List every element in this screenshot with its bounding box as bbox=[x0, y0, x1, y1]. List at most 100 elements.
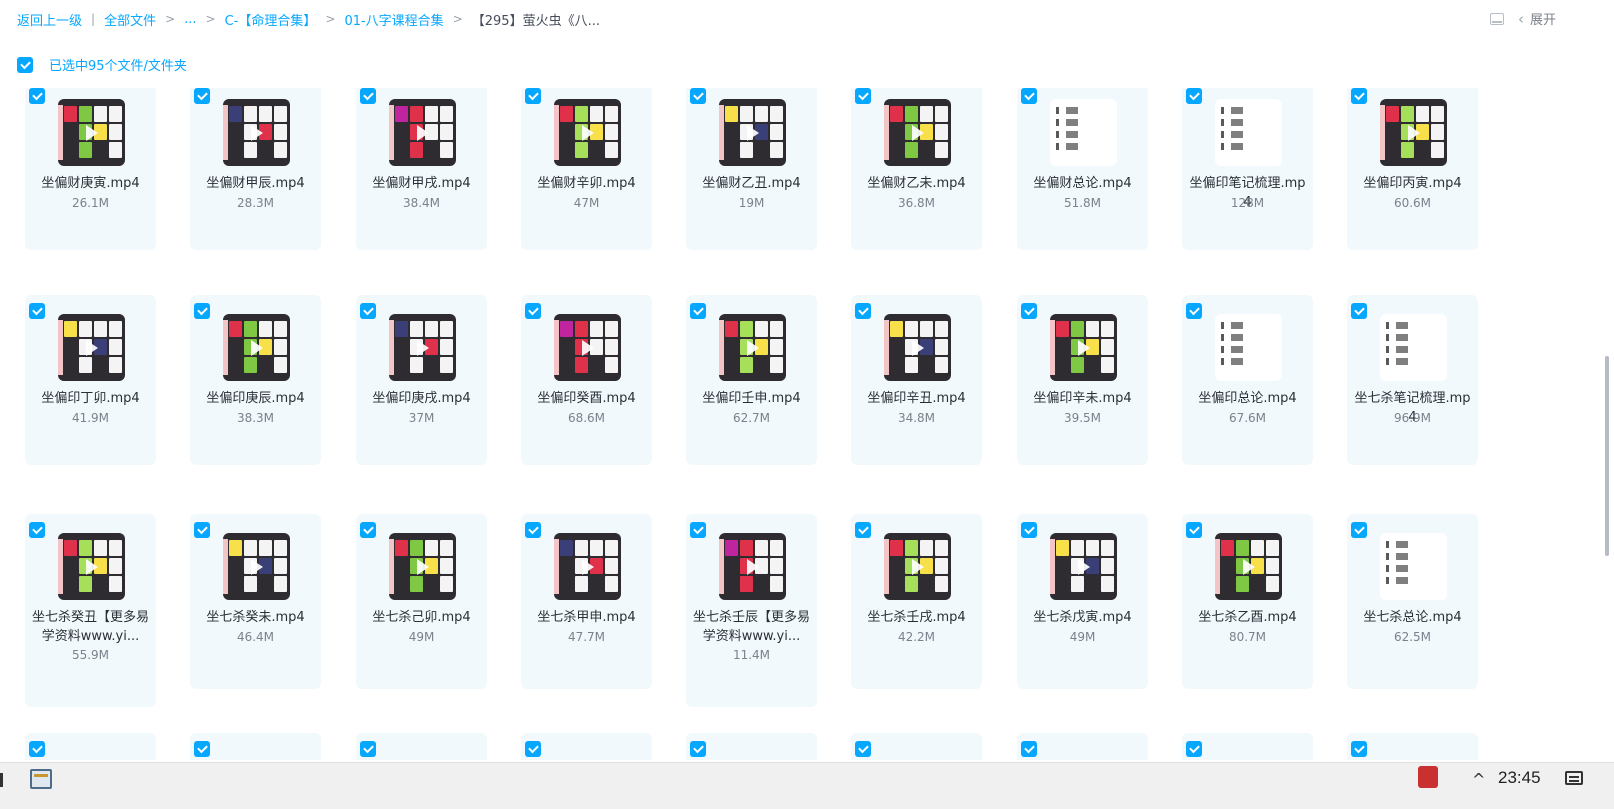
file-card[interactable]: 坐偏财庚寅.mp4 26.1M bbox=[25, 88, 156, 250]
back-link[interactable]: 返回上一级 bbox=[17, 10, 82, 29]
file-name[interactable]: 坐七杀乙酉.mp4 bbox=[1188, 608, 1307, 627]
file-checkbox[interactable] bbox=[29, 303, 45, 319]
file-card[interactable]: 坐七杀己卯.mp4 49M bbox=[356, 514, 487, 689]
file-checkbox[interactable] bbox=[360, 522, 376, 538]
file-name[interactable]: 坐偏财甲戌.mp4 bbox=[362, 174, 481, 193]
file-checkbox[interactable] bbox=[1351, 88, 1367, 104]
file-card[interactable]: 坐七杀戊寅.mp4 49M bbox=[1017, 514, 1148, 689]
file-checkbox[interactable] bbox=[360, 303, 376, 319]
file-checkbox[interactable] bbox=[29, 88, 45, 104]
file-name[interactable]: 坐七杀壬辰【更多易学资料www.yi... bbox=[692, 608, 811, 646]
file-name[interactable]: 坐偏印庚辰.mp4 bbox=[196, 389, 315, 408]
file-card[interactable]: 坐七杀癸未.mp4 46.4M bbox=[190, 514, 321, 689]
file-card[interactable]: 坐偏印庚戌.mp4 37M bbox=[356, 295, 487, 465]
file-card[interactable]: 坐偏财甲戌.mp4 38.4M bbox=[356, 88, 487, 250]
file-checkbox[interactable] bbox=[855, 303, 871, 319]
file-card[interactable] bbox=[190, 733, 321, 760]
file-name[interactable]: 坐七杀己卯.mp4 bbox=[362, 608, 481, 627]
file-card[interactable]: 坐偏印总论.mp4 67.6M bbox=[1182, 295, 1313, 465]
file-checkbox[interactable] bbox=[194, 522, 210, 538]
file-card[interactable] bbox=[356, 733, 487, 760]
file-name[interactable]: 坐偏印壬申.mp4 bbox=[692, 389, 811, 408]
file-checkbox[interactable] bbox=[525, 88, 541, 104]
file-checkbox[interactable] bbox=[855, 88, 871, 104]
file-name[interactable]: 坐偏财乙丑.mp4 bbox=[692, 174, 811, 193]
file-card[interactable]: 坐偏印笔记梳理.mp4 128M bbox=[1182, 88, 1313, 250]
breadcrumb-item-ellipsis[interactable]: ... bbox=[184, 12, 196, 27]
file-checkbox[interactable] bbox=[690, 522, 706, 538]
file-card[interactable] bbox=[521, 733, 652, 760]
breadcrumb-item-folder[interactable]: 01-八字课程合集 bbox=[344, 10, 443, 29]
file-name[interactable]: 坐七杀总论.mp4 bbox=[1353, 608, 1472, 627]
file-card[interactable] bbox=[1182, 733, 1313, 760]
file-card[interactable] bbox=[1017, 733, 1148, 760]
file-card[interactable]: 坐七杀笔记梳理.mp4 96.9M bbox=[1347, 295, 1478, 465]
file-name[interactable]: 坐偏印丁卯.mp4 bbox=[31, 389, 150, 408]
file-card[interactable]: 坐七杀壬辰【更多易学资料www.yi... 11.4M bbox=[686, 514, 817, 707]
file-checkbox[interactable] bbox=[1021, 741, 1037, 757]
file-card[interactable]: 坐七杀甲申.mp4 47.7M bbox=[521, 514, 652, 689]
file-name[interactable]: 坐七杀壬戌.mp4 bbox=[857, 608, 976, 627]
file-checkbox[interactable] bbox=[194, 88, 210, 104]
file-checkbox[interactable] bbox=[525, 522, 541, 538]
file-card[interactable] bbox=[851, 733, 982, 760]
file-card[interactable]: 坐七杀壬戌.mp4 42.2M bbox=[851, 514, 982, 689]
file-checkbox[interactable] bbox=[1351, 741, 1367, 757]
file-checkbox[interactable] bbox=[29, 522, 45, 538]
file-card[interactable]: 坐偏财甲辰.mp4 28.3M bbox=[190, 88, 321, 250]
file-checkbox[interactable] bbox=[1021, 88, 1037, 104]
file-checkbox[interactable] bbox=[690, 303, 706, 319]
file-name[interactable]: 坐偏财庚寅.mp4 bbox=[31, 174, 150, 193]
file-card[interactable]: 坐偏印丙寅.mp4 60.6M bbox=[1347, 88, 1478, 250]
file-name[interactable]: 坐偏印总论.mp4 bbox=[1188, 389, 1307, 408]
file-checkbox[interactable] bbox=[29, 741, 45, 757]
file-checkbox[interactable] bbox=[855, 522, 871, 538]
file-card[interactable]: 坐偏印癸酉.mp4 68.6M bbox=[521, 295, 652, 465]
file-checkbox[interactable] bbox=[1186, 88, 1202, 104]
file-card[interactable]: 坐偏财辛卯.mp4 47M bbox=[521, 88, 652, 250]
app-icon[interactable] bbox=[30, 769, 52, 789]
file-name[interactable]: 坐偏印辛未.mp4 bbox=[1023, 389, 1142, 408]
panel-layout-icon[interactable] bbox=[1489, 12, 1504, 25]
file-checkbox[interactable] bbox=[360, 88, 376, 104]
file-checkbox[interactable] bbox=[525, 303, 541, 319]
file-checkbox[interactable] bbox=[1186, 303, 1202, 319]
file-card[interactable]: 坐偏印壬申.mp4 62.7M bbox=[686, 295, 817, 465]
file-name[interactable]: 坐七杀戊寅.mp4 bbox=[1023, 608, 1142, 627]
file-checkbox[interactable] bbox=[1021, 303, 1037, 319]
file-name[interactable]: 坐偏印丙寅.mp4 bbox=[1353, 174, 1472, 193]
tray-app-icon[interactable] bbox=[1418, 766, 1438, 788]
file-checkbox[interactable] bbox=[360, 741, 376, 757]
chevron-up-icon[interactable]: ^ bbox=[1472, 770, 1485, 789]
file-card[interactable]: 坐偏印庚辰.mp4 38.3M bbox=[190, 295, 321, 465]
file-checkbox[interactable] bbox=[1351, 303, 1367, 319]
file-name[interactable]: 坐偏财甲辰.mp4 bbox=[196, 174, 315, 193]
breadcrumb-item-folder[interactable]: C-【命理合集】 bbox=[225, 10, 317, 29]
file-card[interactable]: 坐七杀总论.mp4 62.5M bbox=[1347, 514, 1478, 689]
file-card[interactable] bbox=[25, 733, 156, 760]
file-name[interactable]: 坐偏财辛卯.mp4 bbox=[527, 174, 646, 193]
file-checkbox[interactable] bbox=[194, 303, 210, 319]
file-checkbox[interactable] bbox=[855, 741, 871, 757]
scrollbar[interactable] bbox=[1605, 356, 1609, 556]
file-card[interactable]: 坐七杀乙酉.mp4 80.7M bbox=[1182, 514, 1313, 689]
file-name[interactable]: 坐七杀甲申.mp4 bbox=[527, 608, 646, 627]
file-checkbox[interactable] bbox=[1186, 522, 1202, 538]
file-checkbox[interactable] bbox=[194, 741, 210, 757]
file-card[interactable]: 坐偏财总论.mp4 51.8M bbox=[1017, 88, 1148, 250]
file-name[interactable]: 坐偏印辛丑.mp4 bbox=[857, 389, 976, 408]
breadcrumb-item-all-files[interactable]: 全部文件 bbox=[104, 10, 156, 29]
file-name[interactable]: 坐偏印癸酉.mp4 bbox=[527, 389, 646, 408]
file-name[interactable]: 坐七杀癸丑【更多易学资料www.yi... bbox=[31, 608, 150, 646]
file-name[interactable]: 坐偏印庚戌.mp4 bbox=[362, 389, 481, 408]
file-checkbox[interactable] bbox=[525, 741, 541, 757]
file-name[interactable]: 坐七杀癸未.mp4 bbox=[196, 608, 315, 627]
file-card[interactable]: 坐偏印辛未.mp4 39.5M bbox=[1017, 295, 1148, 465]
file-card[interactable]: 坐偏印辛丑.mp4 34.8M bbox=[851, 295, 982, 465]
file-checkbox[interactable] bbox=[1351, 522, 1367, 538]
file-checkbox[interactable] bbox=[1186, 741, 1202, 757]
file-card[interactable] bbox=[1347, 733, 1478, 760]
file-checkbox[interactable] bbox=[1021, 522, 1037, 538]
file-card[interactable] bbox=[686, 733, 817, 760]
file-checkbox[interactable] bbox=[690, 741, 706, 757]
